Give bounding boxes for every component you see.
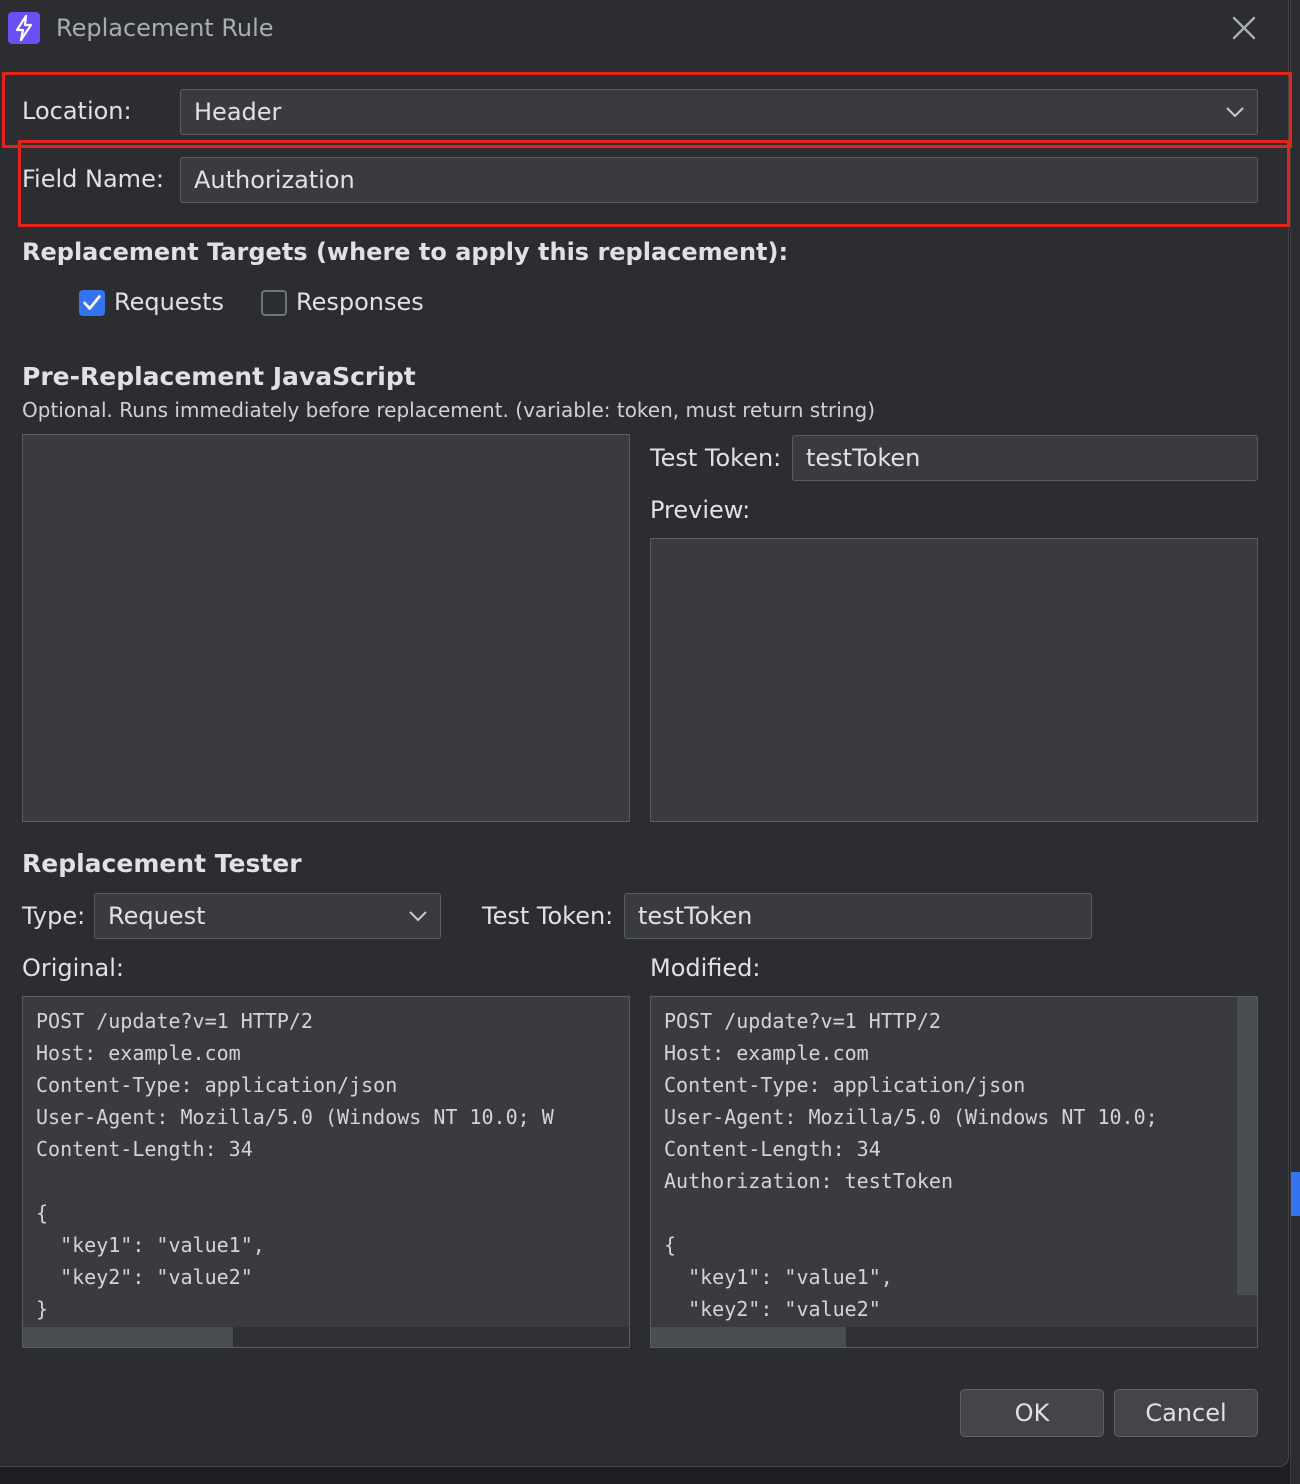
type-label: Type:: [22, 902, 86, 930]
chevron-down-icon: [1226, 107, 1244, 118]
tester-heading: Replacement Tester: [22, 849, 302, 878]
title-bar: Replacement Rule: [0, 0, 1288, 58]
type-dropdown[interactable]: Request: [94, 893, 441, 939]
modified-request-view[interactable]: POST /update?v=1 HTTP/2 Host: example.co…: [650, 996, 1258, 1348]
modified-horizontal-scrollbar[interactable]: [651, 1327, 1257, 1347]
field-name-label: Field Name:: [22, 165, 164, 193]
modified-label: Modified:: [650, 954, 761, 982]
location-value: Header: [194, 98, 282, 126]
requests-checkbox[interactable]: [79, 290, 105, 316]
chevron-down-icon: [409, 911, 427, 922]
type-value: Request: [108, 902, 206, 930]
requests-label[interactable]: Requests: [114, 288, 224, 316]
close-icon[interactable]: [1228, 12, 1260, 44]
original-request-text: POST /update?v=1 HTTP/2 Host: example.co…: [36, 1009, 554, 1321]
pre-js-description: Optional. Runs immediately before replac…: [22, 398, 875, 422]
pre-js-test-token-input[interactable]: testToken: [792, 435, 1258, 481]
targets-heading: Replacement Targets (where to apply this…: [22, 238, 789, 266]
tester-test-token-label: Test Token:: [482, 902, 614, 930]
background-selection-marker: [1291, 1172, 1300, 1216]
modified-request-text: POST /update?v=1 HTTP/2 Host: example.co…: [664, 1009, 1158, 1321]
location-label: Location:: [22, 97, 132, 125]
field-name-input[interactable]: Authorization: [180, 157, 1258, 203]
lightning-icon: [8, 12, 40, 44]
background-window-edge: [1290, 0, 1300, 1484]
tester-test-token-value: testToken: [638, 902, 753, 930]
preview-label: Preview:: [650, 496, 751, 524]
original-request-view[interactable]: POST /update?v=1 HTTP/2 Host: example.co…: [22, 996, 630, 1348]
preview-output: [650, 538, 1258, 822]
field-name-value: Authorization: [194, 166, 355, 194]
original-horizontal-scrollbar[interactable]: [23, 1327, 629, 1347]
original-scroll-thumb[interactable]: [23, 1327, 233, 1347]
modified-vertical-thumb[interactable]: [1237, 997, 1257, 1295]
modified-vertical-scrollbar[interactable]: [1237, 997, 1257, 1295]
pre-js-code-editor[interactable]: [22, 434, 630, 822]
responses-label[interactable]: Responses: [296, 288, 424, 316]
responses-checkbox[interactable]: [261, 290, 287, 316]
pre-js-test-token-value: testToken: [806, 444, 921, 472]
dialog-title: Replacement Rule: [56, 14, 274, 42]
replacement-rule-dialog: Replacement Rule Location: Header Field …: [0, 0, 1292, 1467]
modified-scroll-thumb[interactable]: [651, 1327, 846, 1347]
pre-js-heading: Pre-Replacement JavaScript: [22, 362, 416, 391]
pre-js-test-token-label: Test Token:: [650, 444, 782, 472]
cancel-button[interactable]: Cancel: [1114, 1389, 1258, 1437]
tester-test-token-input[interactable]: testToken: [624, 893, 1092, 939]
original-label: Original:: [22, 954, 124, 982]
location-dropdown[interactable]: Header: [180, 89, 1258, 135]
ok-button[interactable]: OK: [960, 1389, 1104, 1437]
checkmark-icon: [83, 295, 101, 310]
